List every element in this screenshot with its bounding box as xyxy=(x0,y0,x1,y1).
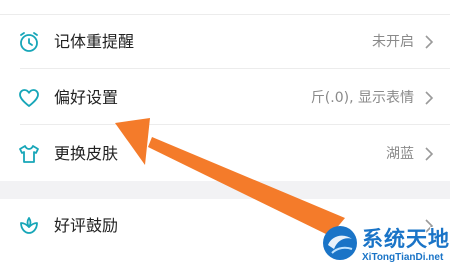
watermark-url: XiTongTianDi.net xyxy=(362,252,444,263)
tshirt-icon xyxy=(17,142,41,166)
setting-value: 湖蓝 xyxy=(386,146,414,162)
setting-label: 记体重提醒 xyxy=(54,32,135,51)
globe-logo-icon xyxy=(320,223,360,263)
setting-label: 更换皮肤 xyxy=(54,144,119,163)
setting-row-weight-reminder[interactable]: 记体重提醒 未开启 xyxy=(0,15,450,69)
top-strip xyxy=(0,0,450,15)
flower-icon xyxy=(17,214,41,238)
chevron-right-icon xyxy=(424,90,434,106)
heart-icon xyxy=(17,86,41,110)
settings-group-main: 记体重提醒 未开启 偏好设置 斤(.0), 显示表情 更换皮肤 湖蓝 xyxy=(0,15,450,181)
alarm-clock-icon xyxy=(17,30,41,54)
setting-value: 未开启 xyxy=(372,34,414,50)
watermark-title: 系统天地 xyxy=(362,227,450,251)
setting-label: 好评鼓励 xyxy=(54,216,119,235)
setting-label: 偏好设置 xyxy=(54,88,119,107)
chevron-right-icon xyxy=(424,34,434,50)
setting-row-preferences[interactable]: 偏好设置 斤(.0), 显示表情 xyxy=(0,71,450,125)
divider xyxy=(20,68,450,69)
site-watermark: 系统天地 XiTongTianDi.net xyxy=(320,219,450,271)
divider xyxy=(20,124,450,125)
setting-row-change-skin[interactable]: 更换皮肤 湖蓝 xyxy=(0,127,450,181)
chevron-right-icon xyxy=(424,146,434,162)
setting-value: 斤(.0), 显示表情 xyxy=(310,90,414,106)
